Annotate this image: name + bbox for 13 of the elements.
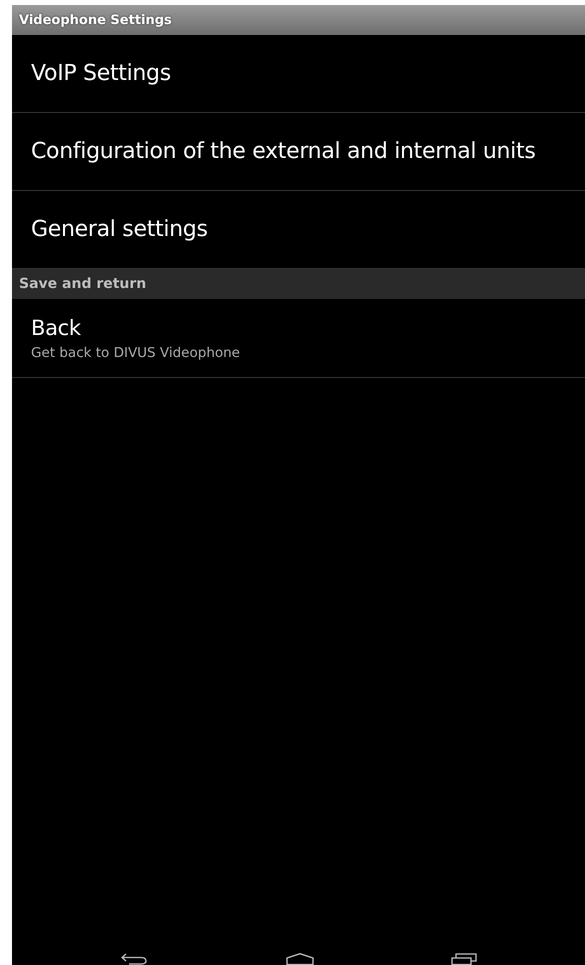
window-title: Videophone Settings [19, 12, 172, 28]
back-icon[interactable] [120, 953, 148, 965]
home-icon[interactable] [286, 953, 314, 965]
preference-item[interactable]: Configuration of the external and internal units [12, 113, 585, 191]
category-title: Save and return [19, 276, 146, 292]
preference-title: VoIP Settings [31, 61, 172, 86]
preference-item[interactable]: VoIP Settings [12, 35, 585, 113]
preference-title: Configuration of the external and internal units [31, 139, 536, 164]
preference-item[interactable]: Back Get back to DIVUS Videophone [12, 299, 585, 378]
preference-title: Back [31, 316, 82, 340]
recents-icon[interactable] [450, 953, 476, 965]
preference-title: General settings [31, 217, 209, 242]
preference-summary: Get back to DIVUS Videophone [31, 344, 241, 360]
